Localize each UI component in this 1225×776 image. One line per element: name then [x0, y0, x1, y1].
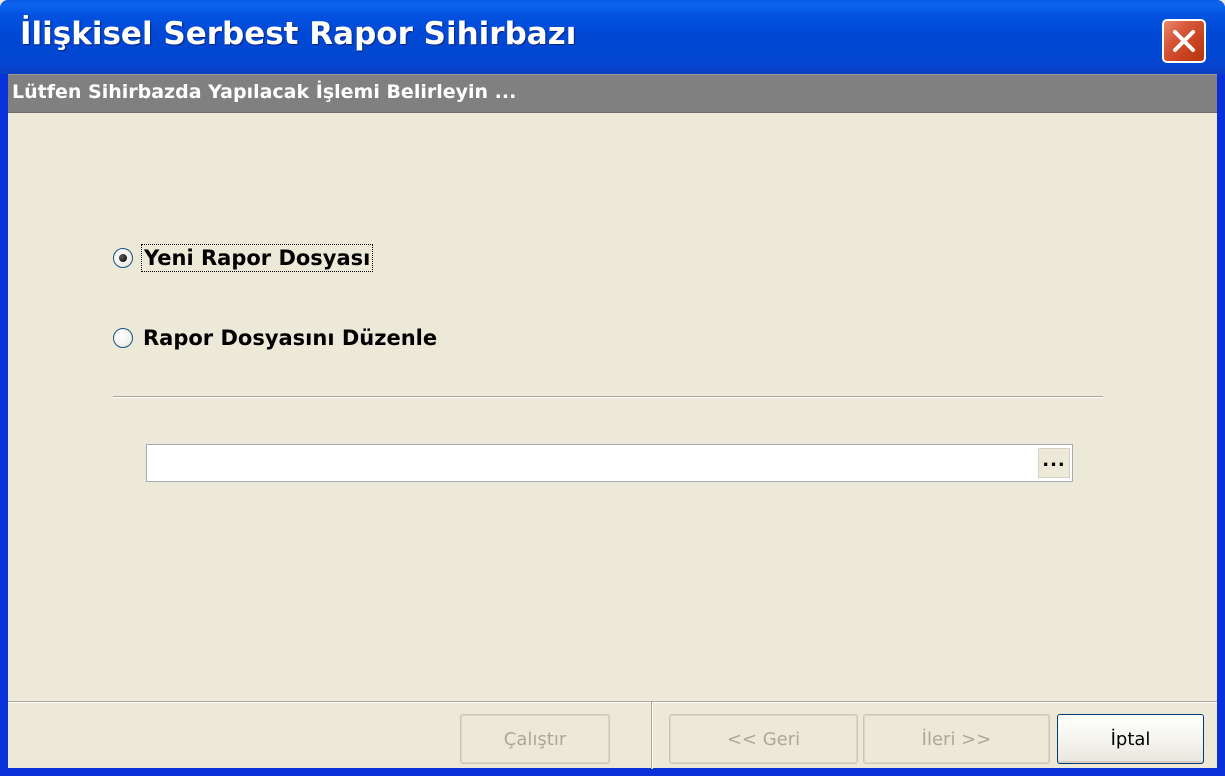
option-new-report[interactable]: Yeni Rapor Dosyası: [113, 244, 374, 272]
title-bar[interactable]: İlişkisel Serbest Rapor Sihirbazı: [0, 0, 1225, 74]
section-divider: [113, 396, 1103, 398]
next-button[interactable]: İleri >>: [863, 714, 1050, 764]
back-button[interactable]: << Geri: [669, 714, 858, 764]
option-new-report-label[interactable]: Yeni Rapor Dosyası: [141, 244, 374, 272]
option-edit-report[interactable]: Rapor Dosyasını Düzenle: [113, 325, 439, 351]
browse-button[interactable]: ...: [1038, 448, 1070, 478]
window-border-left: [0, 74, 8, 776]
wizard-window: İlişkisel Serbest Rapor Sihirbazı Lütfen…: [0, 0, 1225, 776]
report-file-path-input[interactable]: ...: [146, 444, 1073, 482]
window-border-right: [1217, 74, 1225, 776]
button-separator: [651, 702, 653, 769]
run-button[interactable]: Çalıştır: [460, 714, 610, 764]
instruction-text: Lütfen Sihirbazda Yapılacak İşlemi Belir…: [12, 81, 517, 103]
window-border-bottom: [0, 768, 1225, 776]
cancel-button[interactable]: İptal: [1057, 714, 1204, 764]
wizard-content: Lütfen Sihirbazda Yapılacak İşlemi Belir…: [8, 74, 1217, 769]
instruction-header: Lütfen Sihirbazda Yapılacak İşlemi Belir…: [8, 74, 1217, 113]
radio-new-report[interactable]: [113, 248, 133, 268]
option-edit-report-label[interactable]: Rapor Dosyasını Düzenle: [141, 325, 439, 351]
button-bar: Çalıştır << Geri İleri >> İptal: [8, 701, 1217, 769]
radio-edit-report[interactable]: [113, 328, 133, 348]
close-button[interactable]: [1162, 19, 1206, 63]
window-title: İlişkisel Serbest Rapor Sihirbazı: [20, 16, 577, 52]
